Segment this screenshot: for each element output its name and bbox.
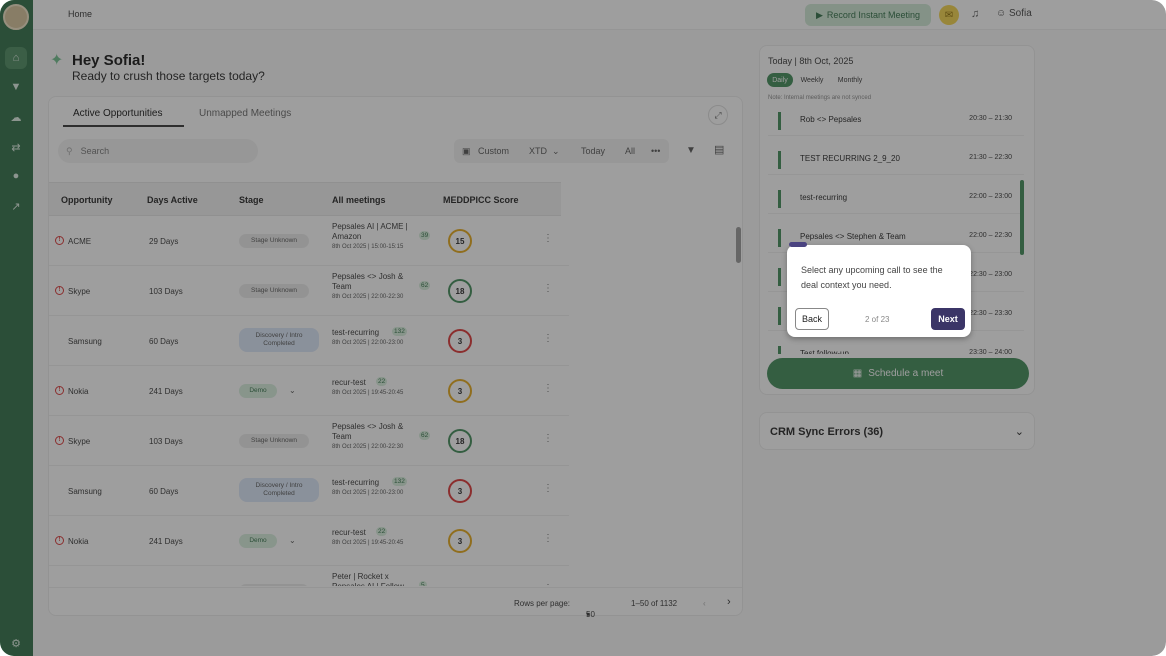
tour-message: Select any upcoming call to see the deal… — [801, 265, 943, 290]
tour-progress: 2 of 23 — [865, 315, 890, 324]
app-frame: ⌂ ▼ ☁ ⇄ ● ↗ ⚙ Home ▶ Record Instant Meet… — [0, 0, 1166, 656]
tour-tooltip: Select any upcoming call to see the deal… — [787, 242, 971, 337]
tooltip-pointer — [789, 242, 807, 247]
tour-back-button[interactable]: Back — [795, 308, 829, 330]
tour-overlay[interactable] — [0, 0, 1166, 656]
tour-next-button[interactable]: Next — [931, 308, 965, 330]
